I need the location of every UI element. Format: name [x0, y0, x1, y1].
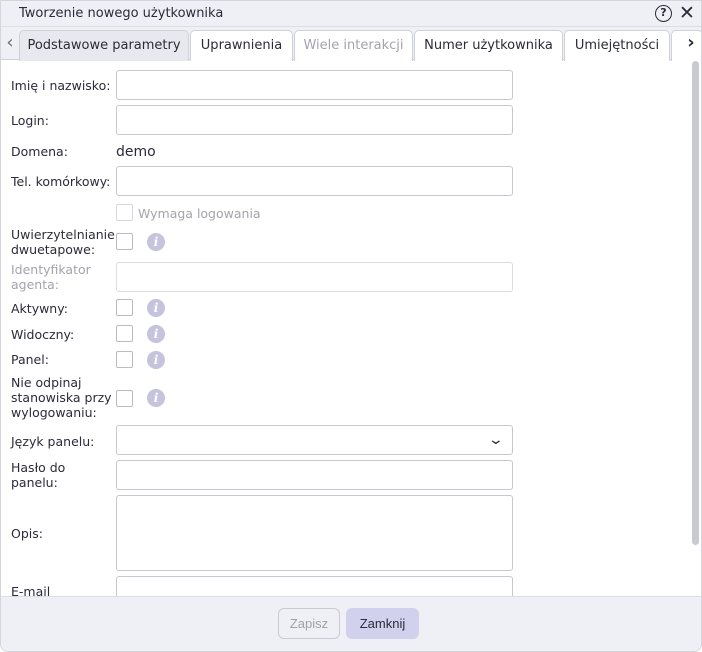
two-factor-label-line-2: dwuetapowe:	[11, 242, 96, 257]
tab-basic-parameters[interactable]: Podstawowe parametry	[19, 30, 189, 61]
titlebar: Tworzenie nowego użytkownika ? ✕	[1, 1, 701, 27]
full-name-input[interactable]	[116, 70, 513, 100]
tab-multiple-interactions[interactable]: Wiele interakcji	[294, 30, 413, 61]
login-label: Login:	[11, 113, 49, 128]
tab-user-number[interactable]: Numer użytkownika	[414, 30, 563, 61]
domain-label: Domena:	[11, 144, 68, 159]
vertical-scrollbar[interactable]	[690, 61, 701, 545]
keep-station-checkbox[interactable]	[116, 390, 133, 407]
email-label: E-mail	[11, 584, 51, 596]
info-icon[interactable]: i	[147, 389, 165, 407]
dialog-footer: Zapisz Zamknij	[1, 596, 701, 651]
info-icon[interactable]: i	[147, 325, 165, 343]
create-user-dialog: Tworzenie nowego użytkownika ? ✕ ‹ Podst…	[0, 0, 702, 652]
close-icon[interactable]: ✕	[678, 3, 696, 23]
dialog-title: Tworzenie nowego użytkownika	[19, 6, 224, 21]
info-icon[interactable]: i	[147, 233, 165, 251]
chevron-down-icon: ⌄	[487, 432, 505, 448]
mobile-input[interactable]	[116, 166, 513, 196]
two-factor-label-line-1: Uwierzytelnianie	[11, 227, 115, 242]
keep-station-label-line-2: stanowiska przy	[11, 390, 112, 405]
visible-checkbox[interactable]	[116, 325, 133, 342]
panel-password-label-line-2: panelu:	[11, 475, 58, 490]
mobile-label: Tel. komórkowy:	[11, 174, 111, 189]
agent-id-input[interactable]	[116, 262, 513, 292]
tab-bar: ‹ Podstawowe parametry Uprawnienia Wiele…	[1, 27, 701, 61]
info-icon[interactable]: i	[147, 299, 165, 317]
chevron-left-icon[interactable]: ‹	[3, 33, 17, 55]
panel-label: Panel:	[11, 352, 49, 367]
two-factor-checkbox[interactable]	[116, 233, 133, 250]
keep-station-label-line-3: wylogowaniu:	[11, 405, 97, 420]
login-input[interactable]	[116, 105, 513, 135]
agent-id-label-line-1: Identyfikator	[11, 262, 91, 277]
panel-checkbox[interactable]	[116, 351, 133, 368]
save-button[interactable]: Zapisz	[278, 608, 340, 639]
active-label: Aktywny:	[11, 301, 68, 316]
panel-language-label: Język panelu:	[11, 434, 95, 449]
form-area: Imię i nazwisko: Login: Domena: demo Tel…	[1, 60, 701, 596]
visible-label: Widoczny:	[11, 327, 75, 342]
domain-value: demo	[116, 144, 156, 160]
requires-login-label: Wymaga logowania	[138, 206, 261, 221]
scroll-thumb[interactable]	[692, 61, 699, 545]
email-input[interactable]	[116, 576, 513, 596]
panel-language-select[interactable]: ⌄	[116, 425, 513, 455]
close-button[interactable]: Zamknij	[346, 608, 419, 639]
tab-skills[interactable]: Umiejętności	[564, 30, 670, 61]
keep-station-label-line-1: Nie odpinaj	[11, 375, 82, 390]
agent-id-label-line-2: agenta:	[11, 277, 59, 292]
help-icon[interactable]: ?	[655, 5, 672, 22]
description-label: Opis:	[11, 526, 43, 541]
panel-password-input[interactable]	[116, 460, 513, 490]
full-name-label: Imię i nazwisko:	[11, 78, 111, 93]
info-icon[interactable]: i	[147, 351, 165, 369]
tab-permissions[interactable]: Uprawnienia	[190, 30, 293, 61]
panel-password-label-line-1: Hasło do	[11, 460, 66, 475]
active-checkbox[interactable]	[116, 299, 133, 316]
requires-login-checkbox[interactable]	[116, 204, 133, 221]
description-textarea[interactable]	[116, 495, 513, 571]
chevron-right-icon[interactable]: ›	[684, 33, 698, 55]
